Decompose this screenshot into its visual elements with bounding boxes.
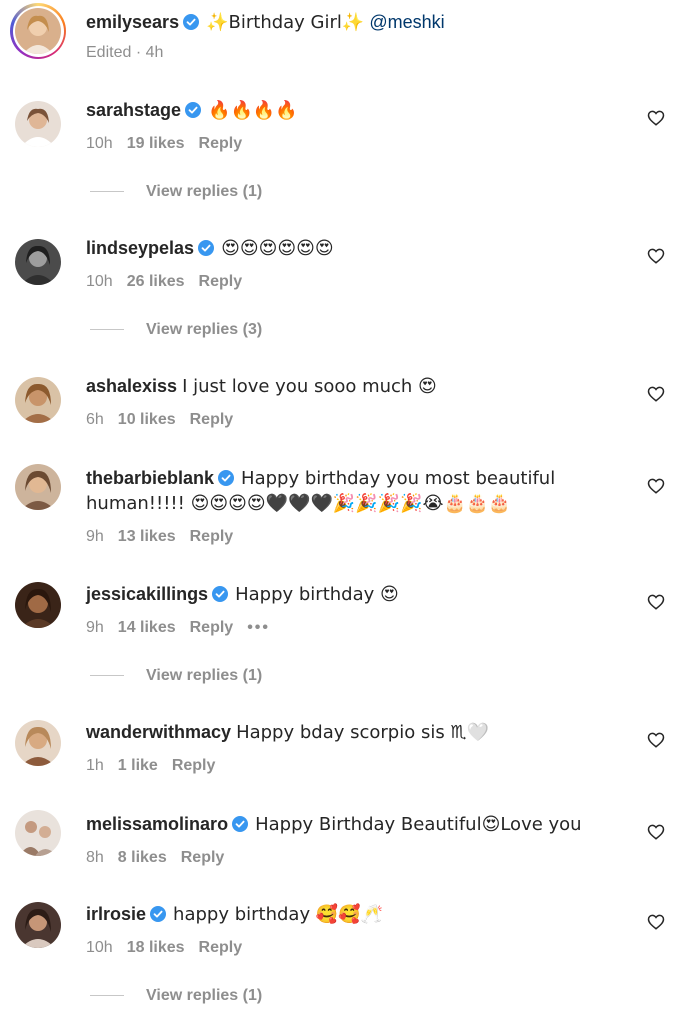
- like-heart-icon[interactable]: [647, 247, 665, 265]
- comment-likes[interactable]: 10 likes: [118, 411, 176, 428]
- avatar[interactable]: [15, 464, 61, 510]
- comment-text: Happy Birthday Beautiful😍Love you: [255, 814, 582, 835]
- comment-username[interactable]: sarahstage: [86, 100, 181, 120]
- reply-button[interactable]: Reply: [181, 849, 225, 866]
- comment-likes[interactable]: 19 likes: [127, 135, 185, 152]
- comment-time: 9h: [86, 619, 104, 636]
- verified-badge-icon: [150, 906, 167, 922]
- reply-button[interactable]: Reply: [199, 939, 243, 956]
- view-replies-button[interactable]: View replies (1): [90, 986, 262, 1006]
- caption-username[interactable]: emilysears: [86, 12, 179, 32]
- reply-button[interactable]: Reply: [199, 273, 243, 290]
- caption-mention[interactable]: @meshki: [369, 12, 444, 32]
- comment-line: jessicakillings Happy birthday 😍: [86, 582, 610, 607]
- comment-time: 8h: [86, 849, 104, 866]
- verified-badge-icon: [183, 14, 200, 30]
- comment-username[interactable]: wanderwithmacy: [86, 722, 231, 742]
- comment-username[interactable]: melissamolinaro: [86, 814, 228, 834]
- verified-badge-icon: [218, 470, 235, 486]
- more-options-icon[interactable]: •••: [247, 619, 270, 636]
- view-replies-button[interactable]: View replies (1): [90, 666, 262, 686]
- reply-button[interactable]: Reply: [190, 619, 234, 636]
- comment-time: 10h: [86, 273, 113, 290]
- avatar[interactable]: [15, 377, 61, 423]
- comment-time: 9h: [86, 528, 104, 545]
- comment-username[interactable]: jessicakillings: [86, 584, 208, 604]
- caption-line: emilysears ✨Birthday Girl✨ @meshki: [86, 10, 610, 35]
- replies-divider: [90, 995, 124, 997]
- comment-line: ashalexiss I just love you sooo much 😍: [86, 374, 610, 399]
- comment-likes[interactable]: 13 likes: [118, 528, 176, 545]
- comment-meta: 10h 19 likes Reply: [86, 134, 256, 154]
- avatar[interactable]: [15, 8, 61, 54]
- avatar[interactable]: [15, 582, 61, 628]
- avatar[interactable]: [15, 101, 61, 147]
- comment-meta: 6h 10 likes Reply: [86, 410, 247, 430]
- caption-meta: Edited · 4h: [86, 44, 164, 61]
- comment-time: 10h: [86, 939, 113, 956]
- view-replies-button[interactable]: View replies (1): [90, 182, 262, 202]
- like-heart-icon[interactable]: [647, 823, 665, 841]
- verified-badge-icon: [212, 586, 229, 602]
- comment-meta: 1h 1 like Reply: [86, 756, 229, 776]
- view-replies-button[interactable]: View replies (3): [90, 320, 262, 340]
- comment-username[interactable]: lindseypelas: [86, 238, 194, 258]
- like-heart-icon[interactable]: [647, 109, 665, 127]
- comment-time: 1h: [86, 757, 104, 774]
- comment-text: happy birthday 🥰🥰🥂: [173, 904, 384, 925]
- like-heart-icon[interactable]: [647, 913, 665, 931]
- comment-text: 🔥🔥🔥🔥: [208, 100, 298, 121]
- comment-line: thebarbieblank Happy birthday you most b…: [86, 466, 610, 516]
- comment-meta: 10h 18 likes Reply: [86, 938, 256, 958]
- comment-username[interactable]: ashalexiss: [86, 376, 177, 396]
- comment-line: sarahstage 🔥🔥🔥🔥: [86, 98, 610, 123]
- comment-likes[interactable]: 14 likes: [118, 619, 176, 636]
- comment-time: 10h: [86, 135, 113, 152]
- comment-likes[interactable]: 26 likes: [127, 273, 185, 290]
- comment-text: Happy birthday 😍: [235, 584, 399, 605]
- comment-time: 6h: [86, 411, 104, 428]
- comment-line: melissamolinaro Happy Birthday Beautiful…: [86, 812, 610, 837]
- replies-divider: [90, 329, 124, 331]
- verified-badge-icon: [198, 240, 215, 256]
- comment-meta: 8h 8 likes Reply: [86, 848, 238, 868]
- post-caption: emilysears ✨Birthday Girl✨ @meshki Edite…: [0, 0, 680, 70]
- comment-meta: 9h 13 likes Reply: [86, 527, 247, 547]
- verified-badge-icon: [232, 816, 249, 832]
- verified-badge-icon: [185, 102, 202, 118]
- replies-divider: [90, 191, 124, 193]
- reply-button[interactable]: Reply: [172, 757, 216, 774]
- reply-button[interactable]: Reply: [190, 528, 234, 545]
- avatar[interactable]: [15, 720, 61, 766]
- avatar[interactable]: [15, 239, 61, 285]
- reply-button[interactable]: Reply: [190, 411, 234, 428]
- like-heart-icon[interactable]: [647, 731, 665, 749]
- comment-text: 😍😍😍😍😍😍: [221, 238, 334, 259]
- avatar[interactable]: [15, 810, 61, 856]
- comment-line: wanderwithmacy Happy bday scorpio sis ♏🤍: [86, 720, 610, 745]
- comment-likes[interactable]: 1 like: [118, 757, 158, 774]
- comment-username[interactable]: thebarbieblank: [86, 468, 214, 488]
- avatar[interactable]: [15, 902, 61, 948]
- comment-meta: 9h 14 likes Reply •••: [86, 618, 284, 638]
- like-heart-icon[interactable]: [647, 385, 665, 403]
- comment-line: lindseypelas 😍😍😍😍😍😍: [86, 236, 610, 261]
- comment-meta: 10h 26 likes Reply: [86, 272, 256, 292]
- comment-line: irlrosie happy birthday 🥰🥰🥂: [86, 902, 610, 927]
- comment-likes[interactable]: 18 likes: [127, 939, 185, 956]
- comment-username[interactable]: irlrosie: [86, 904, 146, 924]
- comment-likes[interactable]: 8 likes: [118, 849, 167, 866]
- comment-text: I just love you sooo much 😍: [182, 376, 437, 397]
- replies-divider: [90, 675, 124, 677]
- caption-text: ✨Birthday Girl✨: [206, 12, 365, 33]
- story-ring[interactable]: [10, 3, 66, 59]
- like-heart-icon[interactable]: [647, 477, 665, 495]
- comment-text: Happy bday scorpio sis ♏🤍: [236, 722, 489, 743]
- reply-button[interactable]: Reply: [199, 135, 243, 152]
- like-heart-icon[interactable]: [647, 593, 665, 611]
